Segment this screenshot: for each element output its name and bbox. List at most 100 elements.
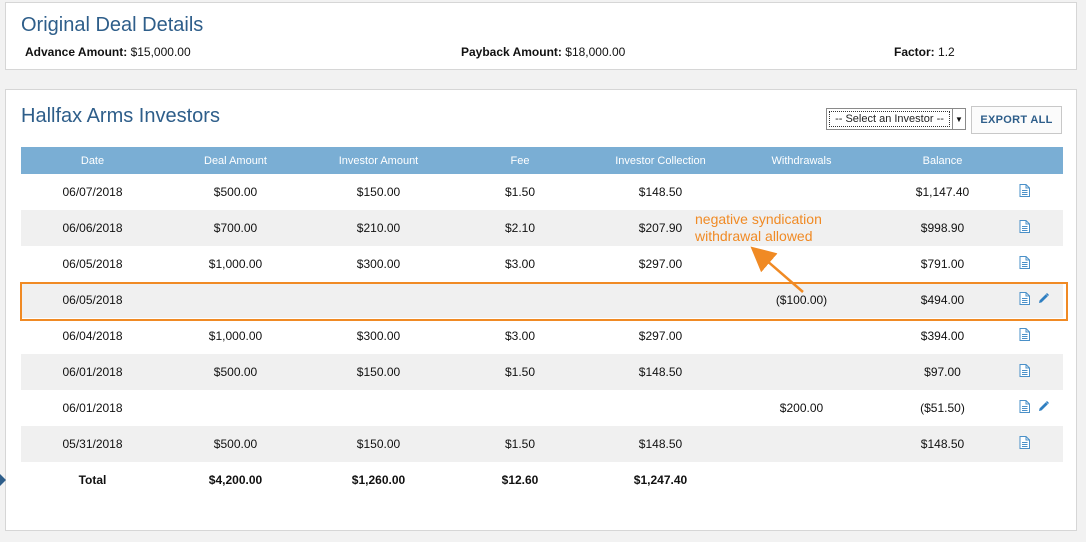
payback-amount: Payback Amount: $18,000.00 [461, 45, 625, 59]
total-empty-cell [731, 462, 872, 498]
total-row: Total $4,200.00 $1,260.00 $12.60 $1,247.40 [21, 462, 1063, 498]
advance-amount: Advance Amount: $15,000.00 [25, 45, 191, 59]
fee-cell [450, 282, 590, 318]
investor-amount-cell: $300.00 [307, 318, 450, 354]
deal-amount-cell [164, 282, 307, 318]
total-empty-cell [872, 462, 1013, 498]
table-body: 06/07/2018 $500.00 $150.00 $1.50 $148.50 $1,1… [21, 174, 1063, 498]
investor-amount-cell: $150.00 [307, 354, 450, 390]
withdrawal-cell [731, 246, 872, 282]
date-cell: 06/06/2018 [21, 210, 164, 246]
export-all-button[interactable]: EXPORT ALL [971, 106, 1062, 134]
investor-collection-cell: $297.00 [590, 246, 731, 282]
date-cell: 06/01/2018 [21, 390, 164, 426]
column-header [1013, 147, 1063, 174]
date-cell: 06/05/2018 [21, 282, 164, 318]
table-row: 06/01/2018 $200.00 ($51.50) [21, 390, 1063, 426]
chevron-down-icon: ▼ [952, 109, 965, 129]
deal-amount-cell: $500.00 [164, 174, 307, 210]
deal-title: Original Deal Details [21, 14, 204, 36]
balance-cell: $791.00 [872, 246, 1013, 282]
investor-select-value: -- Select an Investor -- [829, 111, 950, 127]
pencil-icon[interactable] [1038, 401, 1049, 415]
withdrawal-cell: $200.00 [731, 390, 872, 426]
date-cell: 05/31/2018 [21, 426, 164, 462]
investor-amount-cell: $210.00 [307, 210, 450, 246]
fee-cell: $3.00 [450, 246, 590, 282]
fee-cell: $2.10 [450, 210, 590, 246]
withdrawal-cell [731, 354, 872, 390]
total-label-cell: Total [21, 462, 164, 498]
investor-amount-cell [307, 282, 450, 318]
total-fee-cell: $12.60 [450, 462, 590, 498]
payback-amount-value: $18,000.00 [565, 45, 626, 59]
investor-amount-cell: $300.00 [307, 246, 450, 282]
row-actions [1013, 318, 1063, 354]
fee-cell: $1.50 [450, 354, 590, 390]
withdrawal-cell: ($100.00) [731, 282, 872, 318]
date-cell: 06/05/2018 [21, 246, 164, 282]
investor-collection-cell: $148.50 [590, 426, 731, 462]
row-actions [1013, 426, 1063, 462]
row-actions [1013, 282, 1063, 318]
table-row: 06/05/2018 $1,000.00 $300.00 $3.00 $297.00 $7… [21, 246, 1063, 282]
fee-cell: $3.00 [450, 318, 590, 354]
document-icon[interactable] [1019, 364, 1030, 380]
investor-collection-cell [590, 390, 731, 426]
investor-collection-cell: $297.00 [590, 318, 731, 354]
document-icon[interactable] [1019, 184, 1030, 200]
investor-collection-cell: $148.50 [590, 174, 731, 210]
table-row: 06/06/2018 $700.00 $210.00 $2.10 $207.90 $998… [21, 210, 1063, 246]
column-header: Date [21, 147, 164, 174]
investors-title: Hallfax Arms Investors [21, 105, 220, 127]
column-header: Investor Collection [590, 147, 731, 174]
annotation-line-1: negative syndication [695, 211, 822, 227]
table-row: 06/07/2018 $500.00 $150.00 $1.50 $148.50 $1,1… [21, 174, 1063, 210]
investor-select[interactable]: -- Select an Investor -- ▼ [826, 108, 966, 130]
total-empty-cell [1013, 462, 1063, 498]
fee-cell: $1.50 [450, 174, 590, 210]
payback-amount-label: Payback Amount: [461, 45, 562, 59]
pencil-icon[interactable] [1038, 293, 1049, 307]
advance-amount-value: $15,000.00 [130, 45, 191, 59]
investor-collection-cell: $148.50 [590, 354, 731, 390]
investors-panel: Hallfax Arms Investors -- Select an Inve… [5, 89, 1077, 531]
investor-collection-cell [590, 282, 731, 318]
fee-cell: $1.50 [450, 426, 590, 462]
balance-cell: $494.00 [872, 282, 1013, 318]
document-icon[interactable] [1019, 328, 1030, 344]
balance-cell: $394.00 [872, 318, 1013, 354]
document-icon[interactable] [1019, 436, 1030, 452]
factor-label: Factor: [894, 45, 935, 59]
investor-amount-cell: $150.00 [307, 426, 450, 462]
deal-amount-cell: $700.00 [164, 210, 307, 246]
row-actions [1013, 354, 1063, 390]
row-actions [1013, 174, 1063, 210]
investors-table: Date Deal Amount Investor Amount Fee Investo… [21, 147, 1063, 498]
document-icon[interactable] [1019, 220, 1030, 236]
document-icon[interactable] [1019, 256, 1030, 272]
fee-cell [450, 390, 590, 426]
row-actions [1013, 390, 1063, 426]
document-icon[interactable] [1019, 292, 1030, 308]
date-cell: 06/07/2018 [21, 174, 164, 210]
withdrawal-cell [731, 174, 872, 210]
deal-amount-cell: $1,000.00 [164, 318, 307, 354]
table-header-row: Date Deal Amount Investor Amount Fee Investo… [21, 147, 1063, 174]
investor-amount-cell: $150.00 [307, 174, 450, 210]
deal-amount-cell: $1,000.00 [164, 246, 307, 282]
column-header: Balance [872, 147, 1013, 174]
balance-cell: ($51.50) [872, 390, 1013, 426]
annotation-line-2: withdrawal allowed [695, 228, 813, 244]
deal-amount-cell: $500.00 [164, 426, 307, 462]
row-actions [1013, 246, 1063, 282]
column-header: Fee [450, 147, 590, 174]
deal-amount-cell: $500.00 [164, 354, 307, 390]
advance-amount-label: Advance Amount: [25, 45, 128, 59]
balance-cell: $998.90 [872, 210, 1013, 246]
deal-amount-cell [164, 390, 307, 426]
table-row: 06/04/2018 $1,000.00 $300.00 $3.00 $297.00 $3… [21, 318, 1063, 354]
total-deal-cell: $4,200.00 [164, 462, 307, 498]
column-header: Deal Amount [164, 147, 307, 174]
document-icon[interactable] [1019, 400, 1030, 416]
